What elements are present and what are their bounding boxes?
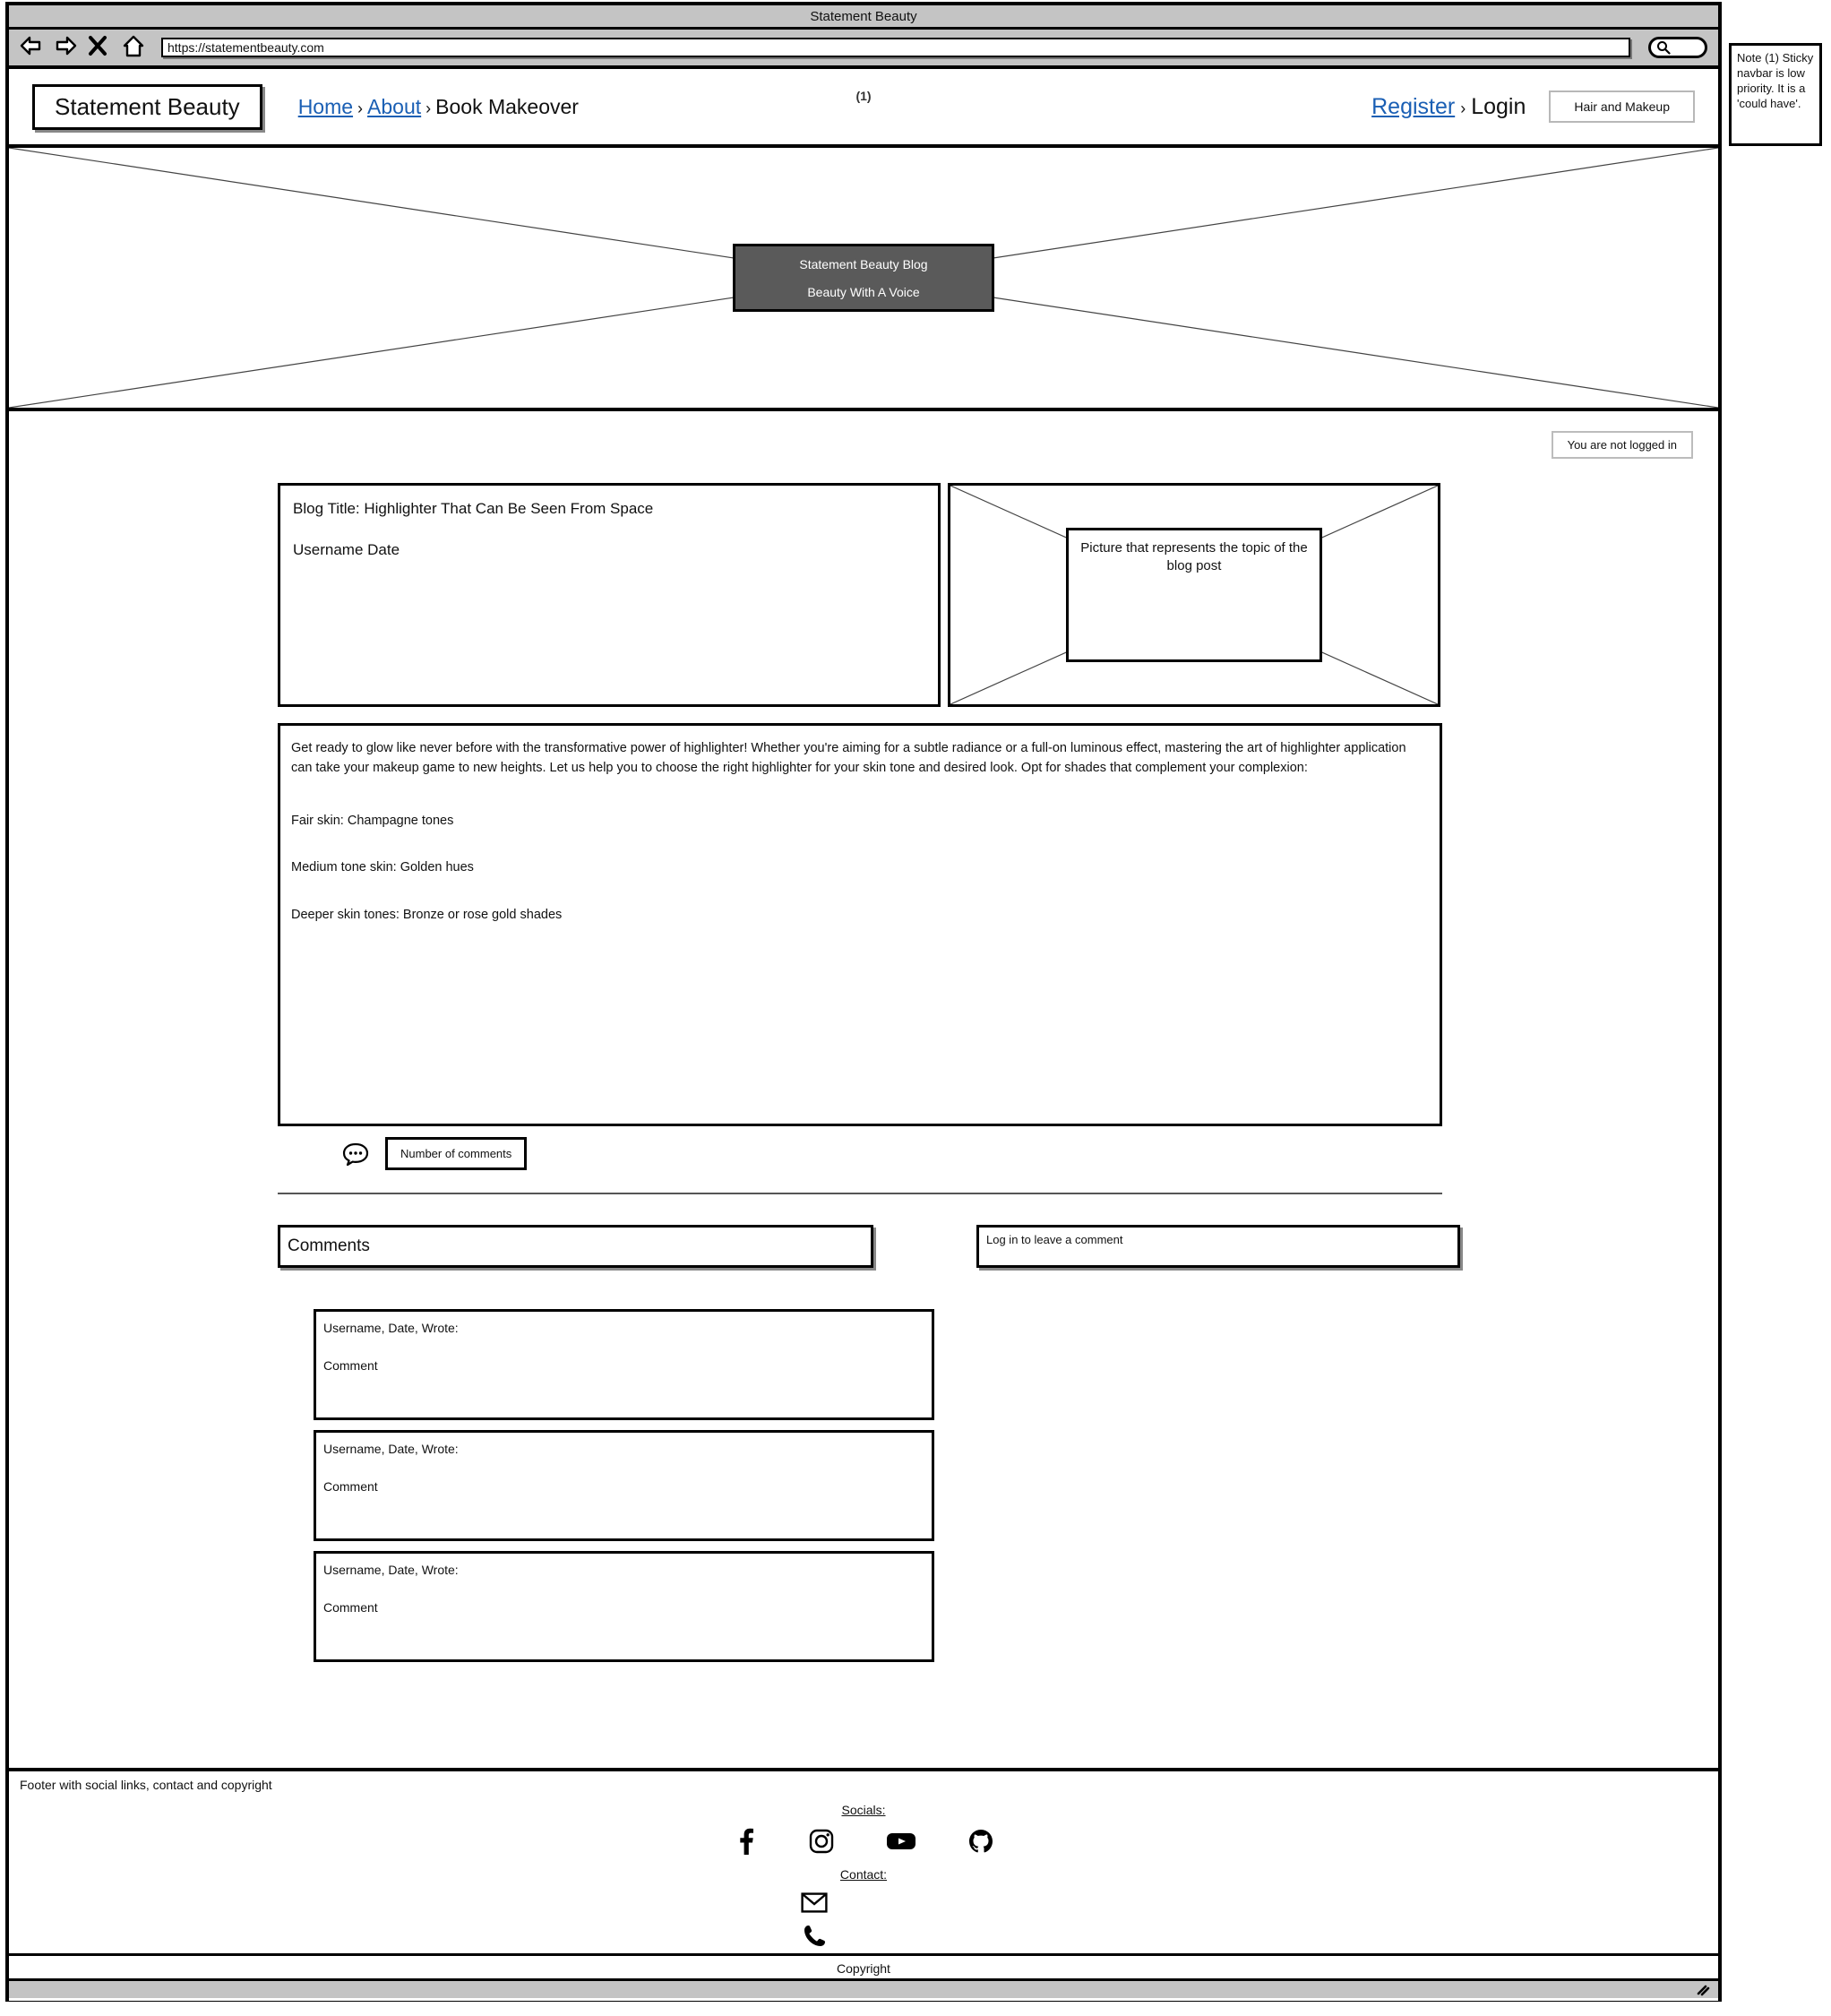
hero-title: Statement Beauty Blog (799, 256, 928, 271)
post-tip-fair-skin: Fair skin: Champagne tones (291, 813, 454, 828)
comment-body: Comment (323, 1479, 378, 1494)
browser-status-bar (9, 1978, 1718, 1998)
comments-header-row: Comments Log in to leave a comment (278, 1225, 1460, 1268)
forward-arrow-icon[interactable] (54, 35, 79, 60)
comment-author-date: Username, Date, Wrote: (323, 1563, 459, 1577)
site-logo[interactable]: Statement Beauty (32, 83, 262, 130)
post-meta: Username Date (293, 541, 400, 558)
browser-title: Statement Beauty (810, 8, 917, 24)
search-icon (1656, 40, 1671, 55)
comment-card: Username, Date, Wrote: Comment (314, 1309, 934, 1420)
register-link[interactable]: Register (1371, 94, 1455, 120)
site-viewport: Statement Beauty Home › About › Book Mak… (9, 69, 1718, 2001)
sticky-note-annotation: Note (1) Sticky navbar is low priority. … (1729, 43, 1822, 146)
back-arrow-icon[interactable] (20, 35, 45, 60)
site-footer: Footer with social links, contact and co… (9, 1768, 1718, 1981)
close-x-icon[interactable] (88, 35, 113, 60)
social-links (9, 1828, 1718, 1855)
comment-list: Username, Date, Wrote: Comment Username,… (314, 1309, 934, 1672)
url-input[interactable]: https://statementbeauty.com (161, 38, 1630, 57)
post-image-placeholder: Picture that represents the topic of the… (948, 483, 1440, 707)
copyright-bar: Copyright (9, 1953, 1718, 1981)
breadcrumb-item-about[interactable]: About (367, 95, 421, 119)
phone-icon[interactable] (803, 1924, 827, 1948)
auth-links: Register › Login (1371, 94, 1526, 120)
comments-heading: Comments (278, 1225, 873, 1268)
hair-and-makeup-button[interactable]: Hair and Makeup (1549, 90, 1695, 123)
hero-caption: Statement Beauty Blog Beauty With A Voic… (733, 244, 994, 312)
section-divider (278, 1193, 1442, 1194)
footer-center: Socials: Contact: (9, 1792, 1718, 1953)
breadcrumb-separator: › (426, 99, 432, 117)
resize-handle-icon[interactable] (1695, 1984, 1711, 1996)
post-title: Blog Title: Highlighter That Can Be Seen… (293, 500, 654, 517)
login-status-badge: You are not logged in (1551, 431, 1693, 459)
breadcrumb-item-home[interactable]: Home (298, 95, 353, 119)
comment-author-date: Username, Date, Wrote: (323, 1321, 459, 1335)
comment-author-date: Username, Date, Wrote: (323, 1442, 459, 1456)
breadcrumb-item-book-makeover[interactable]: Book Makeover (435, 95, 579, 119)
site-navbar: Statement Beauty Home › About › Book Mak… (9, 69, 1718, 148)
facebook-icon[interactable] (734, 1828, 757, 1855)
youtube-icon[interactable] (886, 1831, 916, 1852)
github-icon[interactable] (968, 1829, 993, 1855)
url-text: https://statementbeauty.com (168, 40, 324, 55)
browser-titlebar: Statement Beauty (9, 5, 1718, 30)
post-tip-medium-skin: Medium tone skin: Golden hues (291, 860, 474, 875)
comment-body: Comment (323, 1358, 378, 1373)
contact-links (0, 1892, 1718, 1948)
post-tip-deeper-skin: Deeper skin tones: Bronze or rose gold s… (291, 907, 563, 922)
instagram-icon[interactable] (809, 1829, 834, 1854)
browser-window: Statement Beauty https://statementbeauty… (5, 2, 1722, 2002)
home-icon[interactable] (122, 35, 147, 60)
footer-description: Footer with social links, contact and co… (20, 1778, 272, 1792)
post-image-placeholder-label: Picture that represents the topic of the… (1066, 528, 1322, 662)
email-icon[interactable] (801, 1892, 828, 1913)
breadcrumb-separator: › (357, 99, 364, 117)
comment-count-field[interactable]: Number of comments (385, 1137, 528, 1170)
comment-card: Username, Date, Wrote: Comment (314, 1551, 934, 1662)
navbar-right-group: Register › Login Hair and Makeup (1371, 90, 1695, 123)
comment-bubble-icon[interactable] (342, 1142, 369, 1166)
auth-separator: › (1460, 99, 1466, 117)
post-body-card: Get ready to glow like never before with… (278, 723, 1442, 1126)
main-content: You are not logged in Blog Title: Highli… (9, 411, 1718, 1662)
annotation-marker: (1) (855, 89, 872, 103)
contact-heading: Contact: (839, 1867, 888, 1882)
post-header-row: Blog Title: Highlighter That Can Be Seen… (278, 483, 1442, 707)
socials-heading: Socials: (841, 1803, 886, 1817)
login-to-comment-box[interactable]: Log in to leave a comment (976, 1225, 1460, 1268)
comment-body: Comment (323, 1600, 378, 1615)
browser-toolbar: https://statementbeauty.com (9, 30, 1718, 69)
comment-count-row: Number of comments (278, 1137, 1442, 1170)
breadcrumb: Home › About › Book Makeover (298, 95, 579, 119)
post-paragraph: Get ready to glow like never before with… (291, 741, 1406, 776)
login-link[interactable]: Login (1471, 94, 1526, 120)
browser-search-box[interactable] (1648, 37, 1707, 58)
post-header-card: Blog Title: Highlighter That Can Be Seen… (278, 483, 941, 707)
hero-subtitle: Beauty With A Voice (807, 284, 920, 299)
comment-card: Username, Date, Wrote: Comment (314, 1430, 934, 1541)
hero-banner: Statement Beauty Blog Beauty With A Voic… (9, 148, 1718, 411)
